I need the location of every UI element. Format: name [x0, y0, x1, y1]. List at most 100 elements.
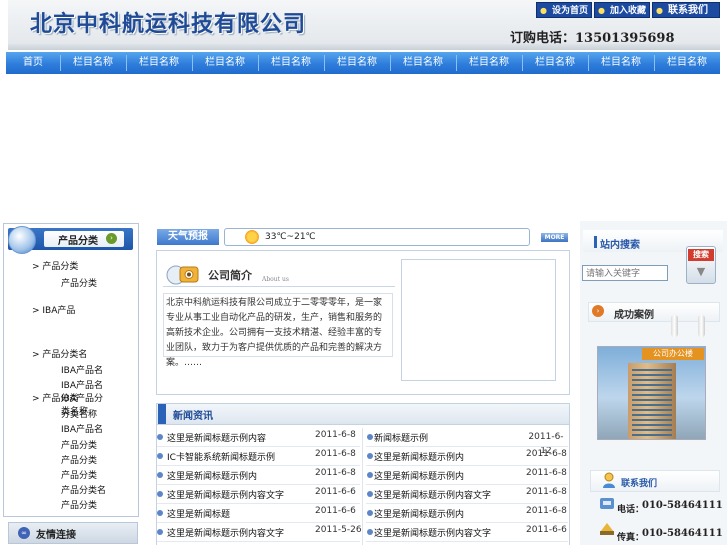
contact-us-link[interactable]: 联系我们 [652, 2, 720, 19]
news-item-title[interactable]: 这里是新闻标题示例内 [374, 507, 464, 520]
order-phone: 订购电话：13501395698 [510, 31, 675, 46]
search-input[interactable] [582, 265, 668, 281]
intro-title: 公司简介 [208, 269, 252, 282]
bullet-icon [157, 472, 163, 478]
news-item-title[interactable]: 这里是新闻标题示例内 [374, 469, 464, 482]
bullet-icon [367, 510, 373, 516]
news-row-line [157, 446, 360, 447]
category-subitem[interactable]: IBA产品名 [61, 422, 103, 435]
news-item-title[interactable]: 这里是新闻标题示例内容 [167, 431, 266, 444]
nav-item-home[interactable]: 首页 [6, 52, 60, 74]
category-subitem[interactable]: 产品分类 [61, 498, 97, 511]
news-item-date: 2011-6-8 [526, 487, 567, 497]
set-homepage-link[interactable]: 设为首页 [536, 2, 592, 19]
category-item[interactable]: > 产品分类 [32, 259, 78, 272]
sun-icon [245, 230, 259, 244]
news-header-accent [158, 404, 166, 424]
nav-item[interactable]: 栏目名称 [390, 52, 456, 74]
arrow-right-icon: › [592, 305, 604, 317]
bullet-icon [367, 529, 373, 535]
news-item-title[interactable]: 这里是新闻标题示例内容文字 [374, 526, 491, 539]
link-icon: ∞ [18, 527, 30, 539]
scroll-down-handle[interactable] [698, 315, 705, 337]
category-item[interactable]: > 产品分类名 [32, 347, 87, 360]
category-subitem[interactable]: 产品分类名 [61, 483, 106, 496]
company-logo[interactable]: 北京中科航运科技有限公司 [30, 6, 306, 38]
news-item-title[interactable]: 这里是新闻标题示例内 [374, 450, 464, 463]
category-item[interactable]: > IBA产品 [32, 303, 75, 316]
category-subitem[interactable]: IBA产品名 [61, 363, 103, 376]
category-orb-icon [8, 226, 36, 254]
intro-text: 北京中科航运科技有限公司成立于二零零零年，是一家专业从事工业自动化产品的研发，生… [166, 298, 383, 368]
category-subitem[interactable]: 产品分类 [61, 468, 97, 481]
bullet-icon [157, 529, 163, 535]
phone-label: 电话： [617, 505, 645, 515]
nav-separator [588, 55, 589, 71]
weather-label: 天气预报 [157, 229, 219, 245]
nav-separator [258, 55, 259, 71]
news-column-divider [362, 428, 363, 545]
category-subitem[interactable]: IBA产品名 [61, 378, 103, 391]
friend-links-title: 友情连接 [36, 530, 76, 541]
news-row-line [366, 503, 568, 504]
nav-item[interactable]: 栏目名称 [126, 52, 192, 74]
nav-item[interactable]: 栏目名称 [654, 52, 720, 74]
news-row-line [157, 503, 360, 504]
weather-temperature: 33℃~21℃ [265, 232, 316, 242]
nav-separator [522, 55, 523, 71]
news-row-line [366, 541, 568, 542]
news-item-title[interactable]: 这里是新闻标题示例内 [167, 469, 257, 482]
news-item-title[interactable]: 这里是新闻标题示例内容文字 [167, 526, 284, 539]
nav-separator [60, 55, 61, 71]
category-title: 产品分类 [58, 236, 98, 247]
news-item-date: 2011-6-6 [315, 506, 356, 516]
news-row-line [366, 446, 568, 447]
contact-title: 联系我们 [621, 479, 658, 489]
news-item-title[interactable]: 这里是新闻标题 [167, 507, 230, 520]
nav-separator [192, 55, 193, 71]
intro-divider [163, 286, 395, 287]
nav-item[interactable]: 栏目名称 [192, 52, 258, 74]
news-item-title[interactable]: 这里是新闻标题示例内容文字 [167, 488, 284, 501]
search-title: 站内搜索 [600, 240, 640, 251]
add-favorite-link[interactable]: 加入收藏 [594, 2, 650, 19]
phone-value: 010-58464111 [642, 500, 723, 511]
news-item-date: 2011-6-8 [315, 449, 356, 459]
bullet-icon [367, 472, 373, 478]
camera-icon [166, 265, 199, 285]
more-button[interactable]: MORE [541, 233, 568, 242]
building-windows [632, 369, 672, 439]
category-subitem[interactable]: 产品分类 [61, 276, 97, 289]
nav-separator [390, 55, 391, 71]
banner-area [0, 76, 727, 221]
news-item-title[interactable]: 这里是新闻标题示例内容文字 [374, 488, 491, 501]
nav-item[interactable]: 栏目名称 [522, 52, 588, 74]
news-item-date: 2011-6-8 [526, 468, 567, 478]
nav-item[interactable]: 栏目名称 [258, 52, 324, 74]
scroll-up-handle[interactable] [671, 315, 678, 337]
nav-separator [324, 55, 325, 71]
case-image-caption: 公司办公楼 [642, 348, 704, 360]
search-arrow-icon: ▼ [696, 265, 706, 278]
nav-item[interactable]: 栏目名称 [324, 52, 390, 74]
category-subitem[interactable]: 分类名称 [61, 407, 97, 420]
news-row-line [157, 465, 360, 466]
news-row-line [157, 541, 360, 542]
bullet-icon [157, 434, 163, 440]
news-title: 新闻资讯 [173, 411, 213, 422]
person-icon [603, 472, 615, 488]
category-subitem[interactable]: 产品分类 [61, 453, 97, 466]
search-button-label[interactable]: 搜索 [688, 249, 714, 261]
news-row-line [366, 465, 568, 466]
nav-item[interactable]: 栏目名称 [60, 52, 126, 74]
arrow-right-icon: › [106, 233, 117, 244]
nav-item[interactable]: 栏目名称 [456, 52, 522, 74]
category-subitem[interactable]: 产品分类 [61, 438, 97, 451]
nav-separator [456, 55, 457, 71]
news-item-title[interactable]: IC卡智能系统新闻标题示例 [167, 450, 275, 463]
nav-separator [654, 55, 655, 71]
case-image[interactable]: 公司办公楼 [597, 346, 706, 440]
news-header [156, 403, 570, 425]
nav-item[interactable]: 栏目名称 [588, 52, 654, 74]
news-item-title[interactable]: 新闻标题示例 [374, 431, 428, 444]
